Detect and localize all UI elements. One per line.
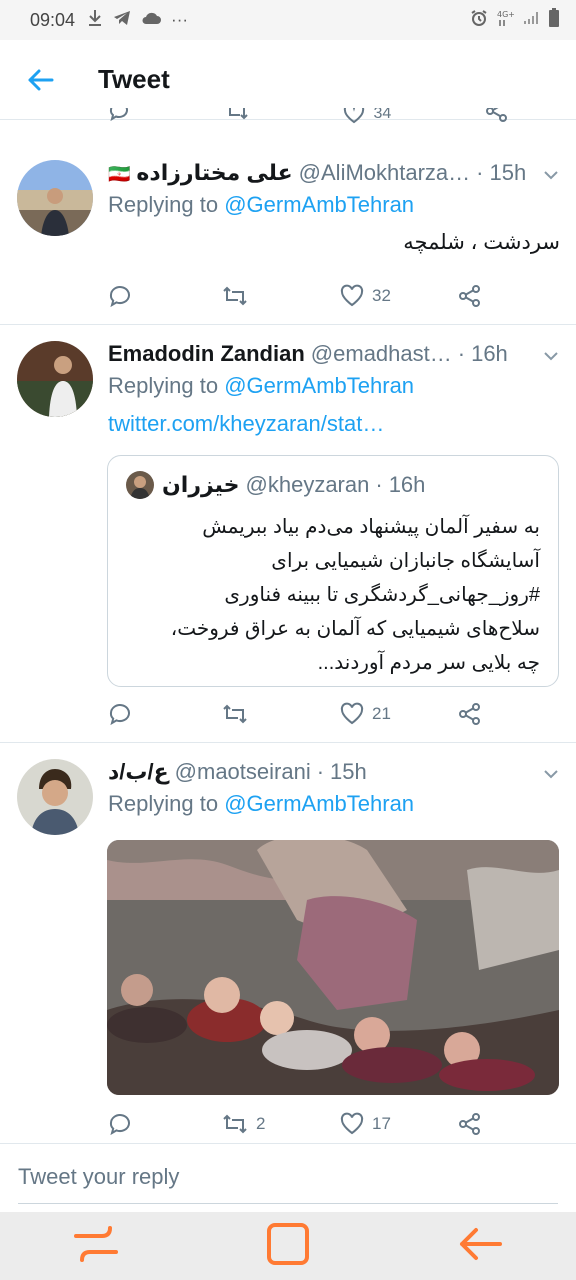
reply-button[interactable]	[108, 1112, 132, 1136]
like-count: 32	[372, 286, 391, 305]
quoted-line: به سفیر آلمان پیشنهاد می‌دم بیاد ببریمش	[202, 516, 540, 538]
quoted-tweet-text: به سفیر آلمان پیشنهاد می‌دم بیاد ببریمش …	[126, 510, 540, 680]
quoted-avatar	[126, 471, 154, 499]
author-name[interactable]: ع/ب/د	[108, 759, 169, 785]
replying-to-link[interactable]: @GermAmbTehran	[224, 373, 414, 398]
svg-text:4G+: 4G+	[497, 10, 514, 19]
more-notifications-icon: ···	[171, 10, 189, 29]
avatar[interactable]	[17, 759, 93, 835]
tweet-age: 15h	[489, 160, 527, 185]
tweet-age: 15h	[330, 759, 367, 784]
replying-prefix: Replying to	[108, 192, 219, 217]
author-handle[interactable]: @maotseirani	[175, 759, 311, 785]
quoted-line: #روز_جهانی_گردشگری تا ببینه فناوری	[224, 584, 540, 606]
recent-apps-icon[interactable]	[74, 1224, 118, 1269]
quoted-tweet-header: خیزران @kheyzaran · 16h	[126, 470, 540, 500]
flag-icon: 🇮🇷	[108, 164, 131, 184]
battery-icon	[548, 7, 560, 33]
system-nav-bar	[0, 1212, 576, 1280]
share-button[interactable]	[458, 284, 482, 308]
download-icon	[87, 9, 103, 32]
tweet-actions: 32	[108, 282, 488, 310]
tweet-actions: 2 17	[108, 1110, 488, 1138]
like-button[interactable]: 17	[340, 1112, 391, 1136]
quoted-tweet-age: 16h	[388, 472, 426, 497]
separator-dot: ·	[316, 759, 325, 784]
like-button[interactable]: 34	[343, 108, 391, 126]
author-handle[interactable]: @AliMokhtarza…	[299, 160, 471, 186]
tweet-header: ع/ب/د @maotseirani · 15h	[108, 759, 560, 789]
alarm-icon	[470, 9, 488, 32]
tweet-header: Emadodin Zandian @emadhast… · 16h	[108, 341, 560, 371]
quoted-author-handle: @kheyzaran	[245, 472, 370, 497]
retweet-icon[interactable]	[225, 108, 249, 126]
tweet-header: 🇮🇷 علی مختارزاده @AliMokhtarza… · 15h	[108, 160, 560, 190]
tweet-item[interactable]: Emadodin Zandian @emadhast… · 16h Replyi…	[0, 325, 576, 743]
tweet-reply-input[interactable]: Tweet your reply	[18, 1164, 558, 1204]
quoted-line: چه بلایی سر مردم آوردند...	[317, 652, 540, 674]
replying-prefix: Replying to	[108, 791, 219, 816]
quoted-author-name: خیزران	[162, 472, 240, 497]
replying-to: Replying to @GermAmbTehran	[108, 373, 560, 407]
reply-button[interactable]	[108, 284, 132, 308]
tweet-text: سردشت ، شلمچه	[403, 231, 560, 254]
retweet-count: 2	[256, 1114, 266, 1133]
author-name[interactable]: Emadodin Zandian	[108, 341, 305, 367]
replying-to: Replying to @GermAmbTehran	[108, 192, 560, 226]
tweet-age: 16h	[471, 341, 508, 366]
avatar[interactable]	[17, 160, 93, 236]
like-button[interactable]: 32	[340, 284, 391, 308]
tweet-item[interactable]: ع/ب/د @maotseirani · 15h Replying to @Ge…	[0, 743, 576, 1144]
separator-dot: ·	[457, 341, 466, 366]
page-title: Tweet	[98, 64, 170, 94]
author-handle[interactable]: @emadhast…	[311, 341, 452, 367]
reply-icon[interactable]	[108, 108, 130, 126]
replying-to-link[interactable]: @GermAmbTehran	[224, 192, 414, 217]
reply-button[interactable]	[108, 702, 132, 726]
separator-dot: ·	[476, 160, 484, 185]
retweet-button[interactable]	[222, 284, 248, 308]
replying-to: Replying to @GermAmbTehran	[108, 791, 560, 825]
telegram-icon	[113, 10, 131, 31]
share-button[interactable]	[458, 1112, 482, 1136]
tweet-link[interactable]: twitter.com/kheyzaran/stat…	[108, 407, 560, 441]
home-icon[interactable]	[266, 1222, 310, 1271]
signal-icon	[522, 10, 540, 31]
cloud-icon	[141, 10, 162, 30]
back-arrow-icon[interactable]	[22, 62, 58, 98]
chevron-down-icon[interactable]	[542, 765, 560, 783]
avatar[interactable]	[17, 341, 93, 417]
previous-tweet-actions: 34	[0, 108, 576, 126]
replying-to-link[interactable]: @GermAmbTehran	[224, 791, 414, 816]
reply-composer: Tweet your reply	[0, 1144, 576, 1212]
quoted-line: آسایشگاه جانبازان شیمیایی برای	[271, 550, 540, 572]
separator-dot: ·	[375, 472, 383, 497]
share-button[interactable]	[458, 702, 482, 726]
status-bar: 09:04 ··· 4G+	[0, 0, 576, 40]
quoted-line: سلاح‌های شیمیایی که آلمان به عراق فروخت،	[170, 618, 540, 640]
like-count: 17	[372, 1114, 391, 1133]
replying-prefix: Replying to	[108, 373, 219, 398]
tweet-photo[interactable]	[107, 840, 559, 1095]
chevron-down-icon[interactable]	[542, 166, 560, 184]
quoted-tweet[interactable]: خیزران @kheyzaran · 16h به سفیر آلمان پی…	[107, 455, 559, 687]
network-4g-icon: 4G+	[496, 9, 515, 32]
like-count: 21	[372, 704, 391, 723]
tweet-actions: 21	[108, 700, 488, 728]
back-icon[interactable]	[458, 1226, 502, 1267]
clock: 09:04	[30, 9, 76, 30]
share-icon[interactable]	[486, 108, 508, 126]
tweet-item[interactable]: 🇮🇷 علی مختارزاده @AliMokhtarza… · 15h Re…	[0, 144, 576, 325]
retweet-button[interactable]: 2	[222, 1112, 265, 1136]
like-button[interactable]: 21	[340, 702, 391, 726]
like-count: 34	[373, 108, 392, 122]
author-name[interactable]: علی مختارزاده	[136, 160, 292, 186]
chevron-down-icon[interactable]	[542, 347, 560, 365]
retweet-button[interactable]	[222, 702, 248, 726]
